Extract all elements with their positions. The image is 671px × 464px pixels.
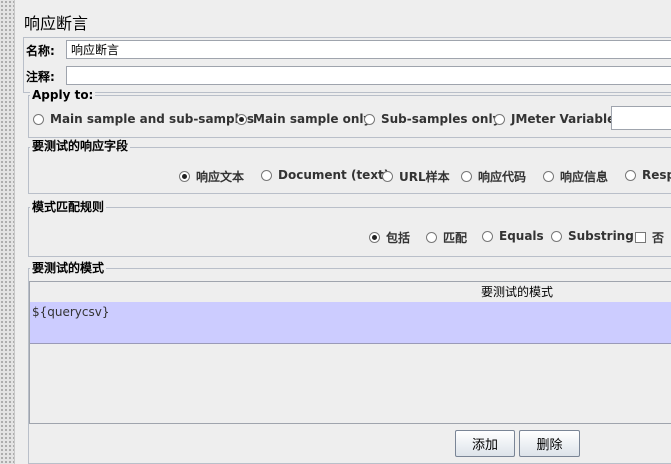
radio-selected-icon [369,232,380,243]
radio-icon [551,230,562,242]
patterns-table: 要测试的模式 ${querycsv} [29,281,671,424]
pattern-cell[interactable]: ${querycsv} [32,305,110,319]
column-header-pattern: 要测试的模式 [481,285,554,299]
radio-icon [494,113,505,125]
splitter-handle[interactable] [0,0,15,464]
radio-icon [426,232,437,243]
radio-matches[interactable]: 匹配 [426,229,467,246]
table-row[interactable]: ${querycsv} [30,302,671,344]
radio-jmeter-variable[interactable]: JMeter Variable [494,112,615,126]
radio-icon [382,171,393,182]
radio-icon [33,113,44,125]
radio-main-and-sub[interactable]: Main sample and sub-samples [33,112,254,126]
apply-to-title: Apply to: [30,88,96,102]
radio-main-only[interactable]: Main sample only [236,112,371,126]
radio-selected-icon [236,113,247,125]
radio-document-text[interactable]: Document (text) [261,168,389,182]
radio-substring[interactable]: Substring [551,229,634,243]
pattern-rules-title: 模式匹配规则 [30,200,107,214]
patterns-title: 要测试的模式 [30,261,107,275]
radio-sub-only[interactable]: Sub-samples only [364,112,500,126]
radio-icon [543,171,554,182]
radio-url-sample[interactable]: URL样本 [382,168,450,185]
page-title: 响应断言 [24,14,89,33]
name-label: 名称: [26,44,55,58]
radio-response-headers[interactable]: Resp [625,168,671,182]
radio-icon [461,171,472,182]
radio-response-code[interactable]: 响应代码 [461,168,526,185]
radio-contains[interactable]: 包括 [369,229,410,246]
radio-response-message[interactable]: 响应信息 [543,168,608,185]
name-input[interactable]: 响应断言 [66,40,671,59]
not-checkbox[interactable]: 否 [635,229,664,246]
radio-icon [482,230,493,242]
response-field-title: 要测试的响应字段 [30,139,131,153]
comment-input[interactable] [66,66,671,85]
radio-response-text[interactable]: 响应文本 [179,168,244,185]
checkbox-icon [635,232,646,243]
radio-equals[interactable]: Equals [482,229,544,243]
radio-icon [625,169,636,181]
radio-selected-icon [179,171,190,182]
radio-icon [364,113,375,125]
jmeter-variable-input[interactable] [611,106,671,130]
comment-label: 注释: [26,70,55,84]
delete-button[interactable]: 删除 [519,430,580,457]
radio-icon [261,169,272,181]
table-header[interactable]: 要测试的模式 [30,282,671,303]
add-button[interactable]: 添加 [455,430,515,457]
